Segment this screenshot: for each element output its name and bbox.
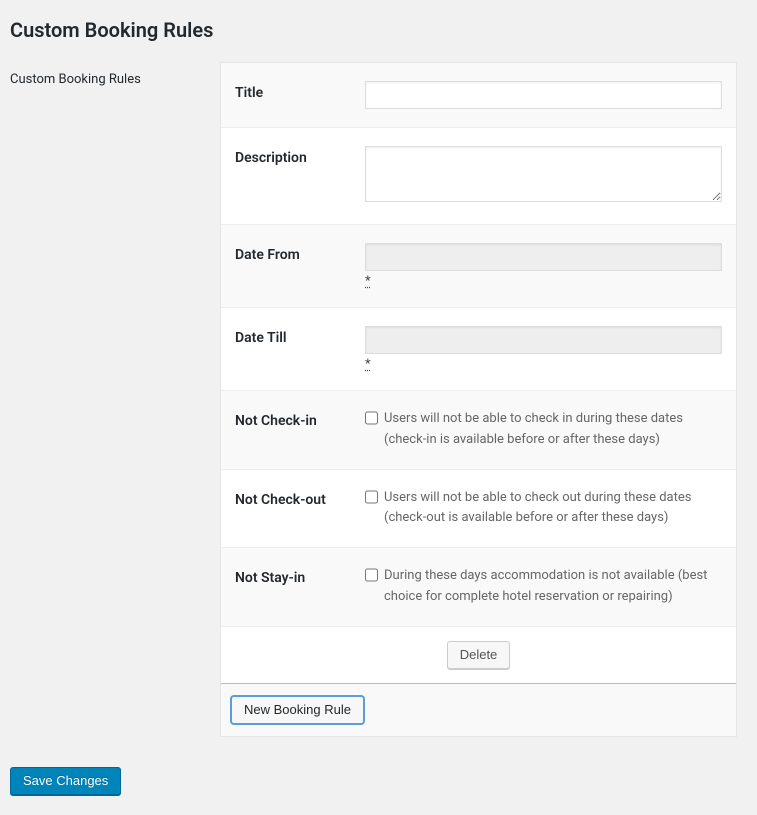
not-checkin-checkbox[interactable]: [365, 410, 378, 426]
not-checkout-label: Not Check-out: [235, 488, 365, 508]
date-from-input[interactable]: [365, 243, 722, 271]
new-booking-rule-button[interactable]: New Booking Rule: [231, 696, 364, 724]
date-from-required-mark: *: [365, 274, 371, 289]
not-checkout-checkbox-label[interactable]: Users will not be able to check out duri…: [365, 488, 722, 530]
description-row: Description: [221, 128, 736, 225]
not-stayin-desc: During these days accommodation is not a…: [384, 566, 722, 608]
description-textarea[interactable]: [365, 146, 722, 202]
not-checkout-checkbox[interactable]: [365, 489, 378, 505]
not-checkin-label: Not Check-in: [235, 409, 365, 429]
date-till-required-mark: *: [365, 357, 371, 372]
not-stayin-checkbox-label[interactable]: During these days accommodation is not a…: [365, 566, 722, 608]
delete-row: Delete: [221, 627, 736, 683]
not-stayin-label: Not Stay-in: [235, 566, 365, 586]
not-checkin-row: Not Check-in Users will not be able to c…: [221, 391, 736, 470]
title-row: Title: [221, 63, 736, 128]
not-checkout-desc: Users will not be able to check out duri…: [384, 488, 722, 530]
section-label: Custom Booking Rules: [10, 62, 220, 87]
save-changes-button[interactable]: Save Changes: [10, 767, 121, 795]
title-label: Title: [235, 81, 365, 101]
date-till-label: Date Till: [235, 326, 365, 346]
not-checkin-desc: Users will not be able to check in durin…: [384, 409, 722, 451]
not-checkin-checkbox-label[interactable]: Users will not be able to check in durin…: [365, 409, 722, 451]
delete-button[interactable]: Delete: [447, 641, 511, 669]
submit-area: Save Changes: [10, 767, 737, 795]
description-label: Description: [235, 146, 365, 166]
date-till-input[interactable]: [365, 326, 722, 354]
not-checkout-row: Not Check-out Users will not be able to …: [221, 470, 736, 549]
booking-rules-panel: Title Description Date From * Date: [220, 62, 737, 737]
panel-footer: New Booking Rule: [221, 683, 736, 736]
date-till-row: Date Till *: [221, 308, 736, 391]
not-stayin-checkbox[interactable]: [365, 567, 378, 583]
not-stayin-row: Not Stay-in During these days accommodat…: [221, 548, 736, 627]
title-input[interactable]: [365, 81, 722, 109]
page-title: Custom Booking Rules: [10, 18, 737, 42]
date-from-label: Date From: [235, 243, 365, 263]
date-from-row: Date From *: [221, 225, 736, 308]
